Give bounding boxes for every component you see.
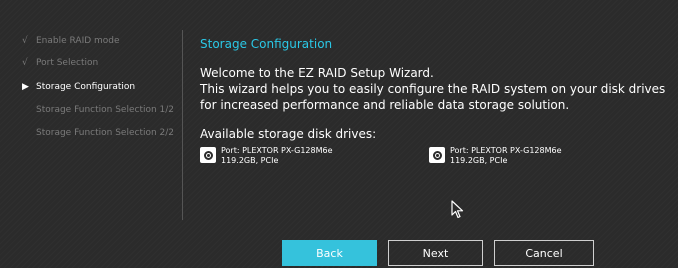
- drive-spec: 119.2GB, PCIe: [450, 156, 508, 165]
- step-label: Storage Configuration: [36, 82, 136, 92]
- disk-drive-icon: [200, 147, 216, 163]
- step-storage-function-selection-1: Storage Function Selection 1/2: [22, 105, 174, 115]
- description-line-2: for increased performance and reliable d…: [200, 98, 570, 112]
- cancel-button[interactable]: Cancel: [494, 240, 594, 266]
- page-title: Storage Configuration: [200, 37, 333, 51]
- vertical-divider: [182, 30, 183, 220]
- disk-drive-icon: [429, 147, 445, 163]
- step-port-selection: √ Port Selection: [22, 58, 98, 68]
- back-button[interactable]: Back: [282, 240, 377, 266]
- description-line-1: This wizard helps you to easily configur…: [200, 82, 666, 96]
- step-label: Port Selection: [36, 58, 99, 68]
- available-drives-label: Available storage disk drives:: [200, 127, 377, 141]
- step-label: Storage Function Selection 2/2: [36, 128, 175, 138]
- step-label: Enable RAID mode: [36, 36, 120, 46]
- drive-spec: 119.2GB, PCIe: [221, 156, 279, 165]
- drive-port: Port: PLEXTOR PX-G128M6e: [450, 146, 562, 155]
- check-icon: √: [22, 58, 28, 68]
- step-label: Storage Function Selection 1/2: [36, 105, 175, 115]
- welcome-text: Welcome to the EZ RAID Setup Wizard.: [200, 66, 434, 80]
- drive-item: Port: PLEXTOR PX-G128M6e 119.2GB, PCIe: [200, 146, 333, 166]
- step-storage-configuration: ▶ Storage Configuration: [22, 82, 135, 92]
- mouse-cursor-icon: [451, 200, 464, 219]
- drive-item: Port: PLEXTOR PX-G128M6e 119.2GB, PCIe: [429, 146, 562, 166]
- current-step-arrow-icon: ▶: [22, 82, 29, 92]
- check-icon: √: [22, 36, 28, 46]
- step-storage-function-selection-2: Storage Function Selection 2/2: [22, 128, 174, 138]
- drive-port: Port: PLEXTOR PX-G128M6e: [221, 146, 333, 155]
- next-button[interactable]: Next: [388, 240, 483, 266]
- step-enable-raid-mode: √ Enable RAID mode: [22, 36, 120, 46]
